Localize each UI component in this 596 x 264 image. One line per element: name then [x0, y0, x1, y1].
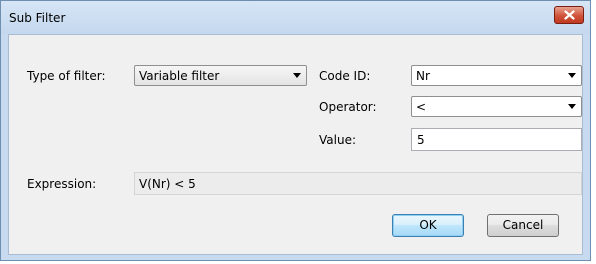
- ok-button[interactable]: OK: [392, 214, 464, 237]
- chevron-down-icon: [568, 73, 576, 78]
- expression-field: V(Nr) < 5: [134, 172, 582, 195]
- chevron-down-icon: [293, 73, 301, 78]
- filter-type-value: Variable filter: [139, 69, 220, 83]
- window-title: Sub Filter: [9, 11, 66, 25]
- operator-select[interactable]: <: [411, 96, 582, 117]
- dialog-window: Sub Filter Type of filter: Variable filt…: [0, 0, 591, 261]
- expression-value: V(Nr) < 5: [139, 177, 196, 191]
- close-button[interactable]: [554, 6, 584, 24]
- filter-type-label: Type of filter:: [27, 69, 106, 83]
- chevron-down-icon: [568, 104, 576, 109]
- code-id-value: Nr: [416, 69, 430, 83]
- expression-label: Expression:: [27, 177, 97, 191]
- operator-value: <: [416, 100, 427, 114]
- title-bar[interactable]: Sub Filter: [1, 1, 590, 34]
- dialog-body: Type of filter: Variable filter Code ID:…: [8, 34, 583, 255]
- code-id-label: Code ID:: [319, 69, 371, 83]
- close-icon: [563, 10, 575, 20]
- filter-type-select[interactable]: Variable filter: [134, 65, 307, 86]
- value-label: Value:: [319, 133, 356, 147]
- value-input[interactable]: 5: [411, 128, 582, 151]
- value-input-text: 5: [417, 133, 425, 147]
- code-id-select[interactable]: Nr: [411, 65, 582, 86]
- cancel-button[interactable]: Cancel: [487, 214, 559, 237]
- operator-label: Operator:: [319, 100, 377, 114]
